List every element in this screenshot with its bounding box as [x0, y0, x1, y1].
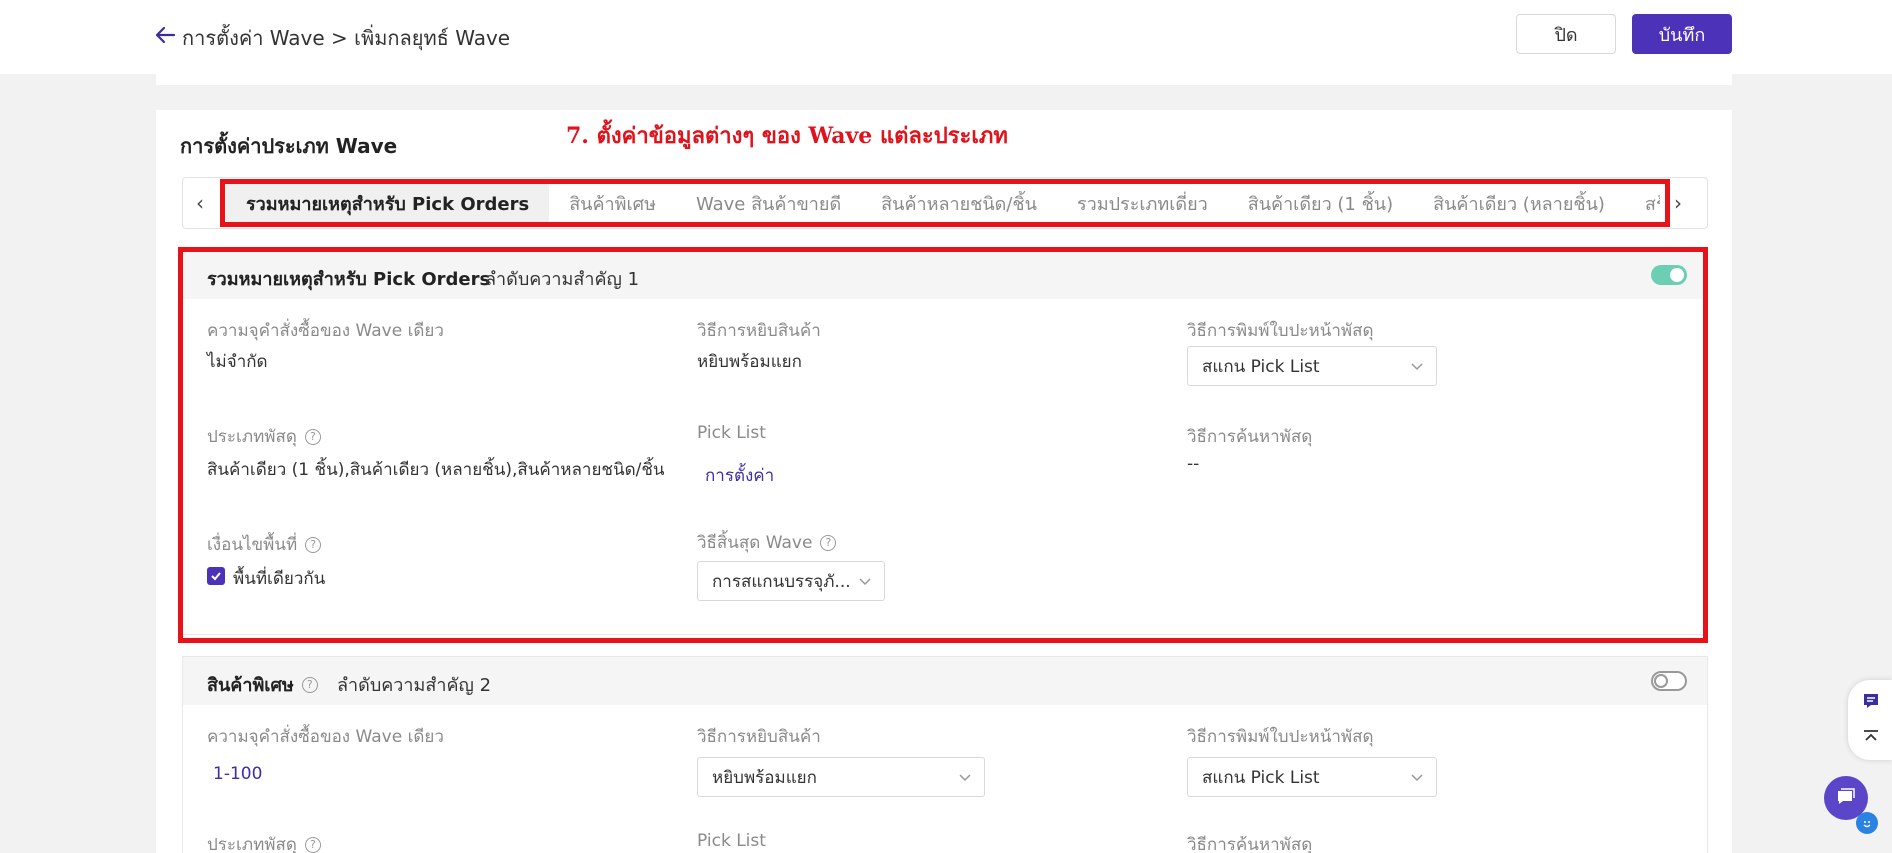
picklist-label: Pick List: [697, 831, 766, 851]
assistant-face-icon[interactable]: [1856, 812, 1878, 834]
help-icon[interactable]: ?: [305, 536, 322, 553]
parcel-search-value: --: [1187, 454, 1200, 474]
header-strip: [156, 74, 1732, 85]
tab-bar: รวมหมายเหตุสำหรับ Pick Orders สินค้าพิเศ…: [226, 183, 1660, 223]
panel-title: รวมหมายเหตุสำหรับ Pick Orders: [207, 264, 490, 293]
parcel-type-value: สินค้าเดียว (1 ชิ้น),สินค้าเดียว (หลายชิ…: [207, 460, 665, 480]
side-tools: [1848, 680, 1892, 760]
area-condition-label: เงื่อนไขพื้นที่ ?: [207, 531, 322, 558]
toggle-knob: [1654, 674, 1668, 688]
tab-scroll-left-icon[interactable]: ‹: [188, 190, 212, 216]
picking-method-select[interactable]: หยิบพร้อมแยก: [697, 757, 985, 797]
help-icon[interactable]: ?: [820, 534, 837, 551]
capacity-value[interactable]: 1-100: [213, 764, 262, 784]
tab-scroll-right-icon[interactable]: ›: [1666, 190, 1690, 216]
picking-method-label: วิธีการหยิบสินค้า: [697, 727, 821, 747]
section-title: การตั้งค่าประเภท Wave: [180, 134, 398, 158]
help-icon[interactable]: ?: [301, 676, 318, 693]
picking-method-label: วิธีการหยิบสินค้า: [697, 321, 821, 341]
panel-title-text: สินค้าพิเศษ: [207, 675, 294, 696]
parcel-type-label: ประเภทพัสดุ ?: [207, 831, 321, 853]
chat-icon: [1838, 788, 1855, 804]
picklist-settings-link[interactable]: การตั้งค่า: [705, 462, 774, 489]
chevron-down-icon: [859, 578, 871, 586]
print-method-label: วิธีการพิมพ์ใบปะหน้าพัสดุ: [1187, 727, 1374, 747]
print-method-label: วิธีการพิมพ์ใบปะหน้าพัสดุ: [1187, 321, 1374, 341]
tab-special-products[interactable]: สินค้าพิเศษ: [549, 183, 676, 223]
back-to-top-icon[interactable]: [1862, 728, 1880, 746]
help-icon[interactable]: ?: [304, 836, 321, 853]
tab-single-many[interactable]: สินค้าเดียว (หลายชิ้น): [1413, 183, 1625, 223]
same-area-label: พื้นที่เดียวกัน: [233, 569, 326, 589]
help-icon[interactable]: ?: [304, 428, 321, 445]
priority-label: ลำดับความสำคัญ 2: [337, 675, 492, 696]
tab-single-type[interactable]: รวมประเภทเดี่ยว: [1057, 183, 1228, 223]
capacity-label: ความจุคำสั่งซื้อของ Wave เดียว: [207, 727, 444, 747]
parcel-search-label: วิธีการค้นหาพัสดุ: [1187, 835, 1313, 853]
wave-end-label: วิธีสิ้นสุด Wave ?: [697, 529, 837, 556]
capacity-value: ไม่จำกัด: [207, 352, 268, 372]
picking-method-value: หยิบพร้อมแยก: [697, 352, 802, 372]
tab-pick-orders[interactable]: รวมหมายเหตุสำหรับ Pick Orders: [226, 183, 550, 223]
panel-special-products: สินค้าพิเศษ ? ลำดับความสำคัญ 2 ความจุคำส…: [182, 656, 1708, 853]
parcel-search-label: วิธีการค้นหาพัสดุ: [1187, 427, 1313, 447]
parcel-type-label: ประเภทพัสดุ ?: [207, 423, 321, 450]
chevron-down-icon: [1411, 363, 1423, 371]
tab-multi-type[interactable]: สินค้าหลายชนิด/ชิ้น: [861, 183, 1057, 223]
chevron-down-icon: [1411, 774, 1423, 782]
tab-manual[interactable]: สร้างด้วยตนเอง: [1625, 183, 1660, 223]
save-button[interactable]: บันทึก: [1632, 14, 1732, 54]
back-arrow-icon[interactable]: [152, 22, 178, 48]
capacity-label: ความจุคำสั่งซื้อของ Wave เดียว: [207, 321, 444, 341]
priority-label: ลำดับความสำคัญ 1: [485, 269, 640, 290]
panel-title-text: รวมหมายเหตุสำหรับ Pick Orders: [207, 269, 491, 290]
tab-single-one[interactable]: สินค้าเดียว (1 ชิ้น): [1228, 183, 1413, 223]
feedback-icon[interactable]: [1862, 692, 1880, 710]
panel-title: สินค้าพิเศษ ?: [207, 670, 318, 699]
panel-pick-orders: รวมหมายเหตุสำหรับ Pick Orders ลำดับความส…: [182, 250, 1708, 635]
check-icon: [211, 572, 221, 581]
close-button[interactable]: ปิด: [1516, 14, 1616, 54]
enable-toggle[interactable]: [1651, 671, 1687, 691]
picklist-label: Pick List: [697, 423, 766, 443]
wave-end-select[interactable]: การสแกนบรรจุภั...: [697, 561, 885, 601]
print-method-select[interactable]: สแกน Pick List: [1187, 346, 1437, 386]
toggle-knob: [1670, 268, 1684, 282]
tab-bestseller-wave[interactable]: Wave สินค้าขายดี: [676, 183, 861, 223]
breadcrumb: การตั้งค่า Wave > เพิ่มกลยุทธ์ Wave: [182, 26, 511, 50]
annotation-text: 7. ตั้งค่าข้อมูลต่างๆ ของ Wave แต่ละประเ…: [566, 123, 1008, 149]
same-area-checkbox[interactable]: [207, 567, 225, 585]
print-method-select[interactable]: สแกน Pick List: [1187, 757, 1437, 797]
enable-toggle[interactable]: [1651, 265, 1687, 285]
chevron-down-icon: [959, 774, 971, 782]
